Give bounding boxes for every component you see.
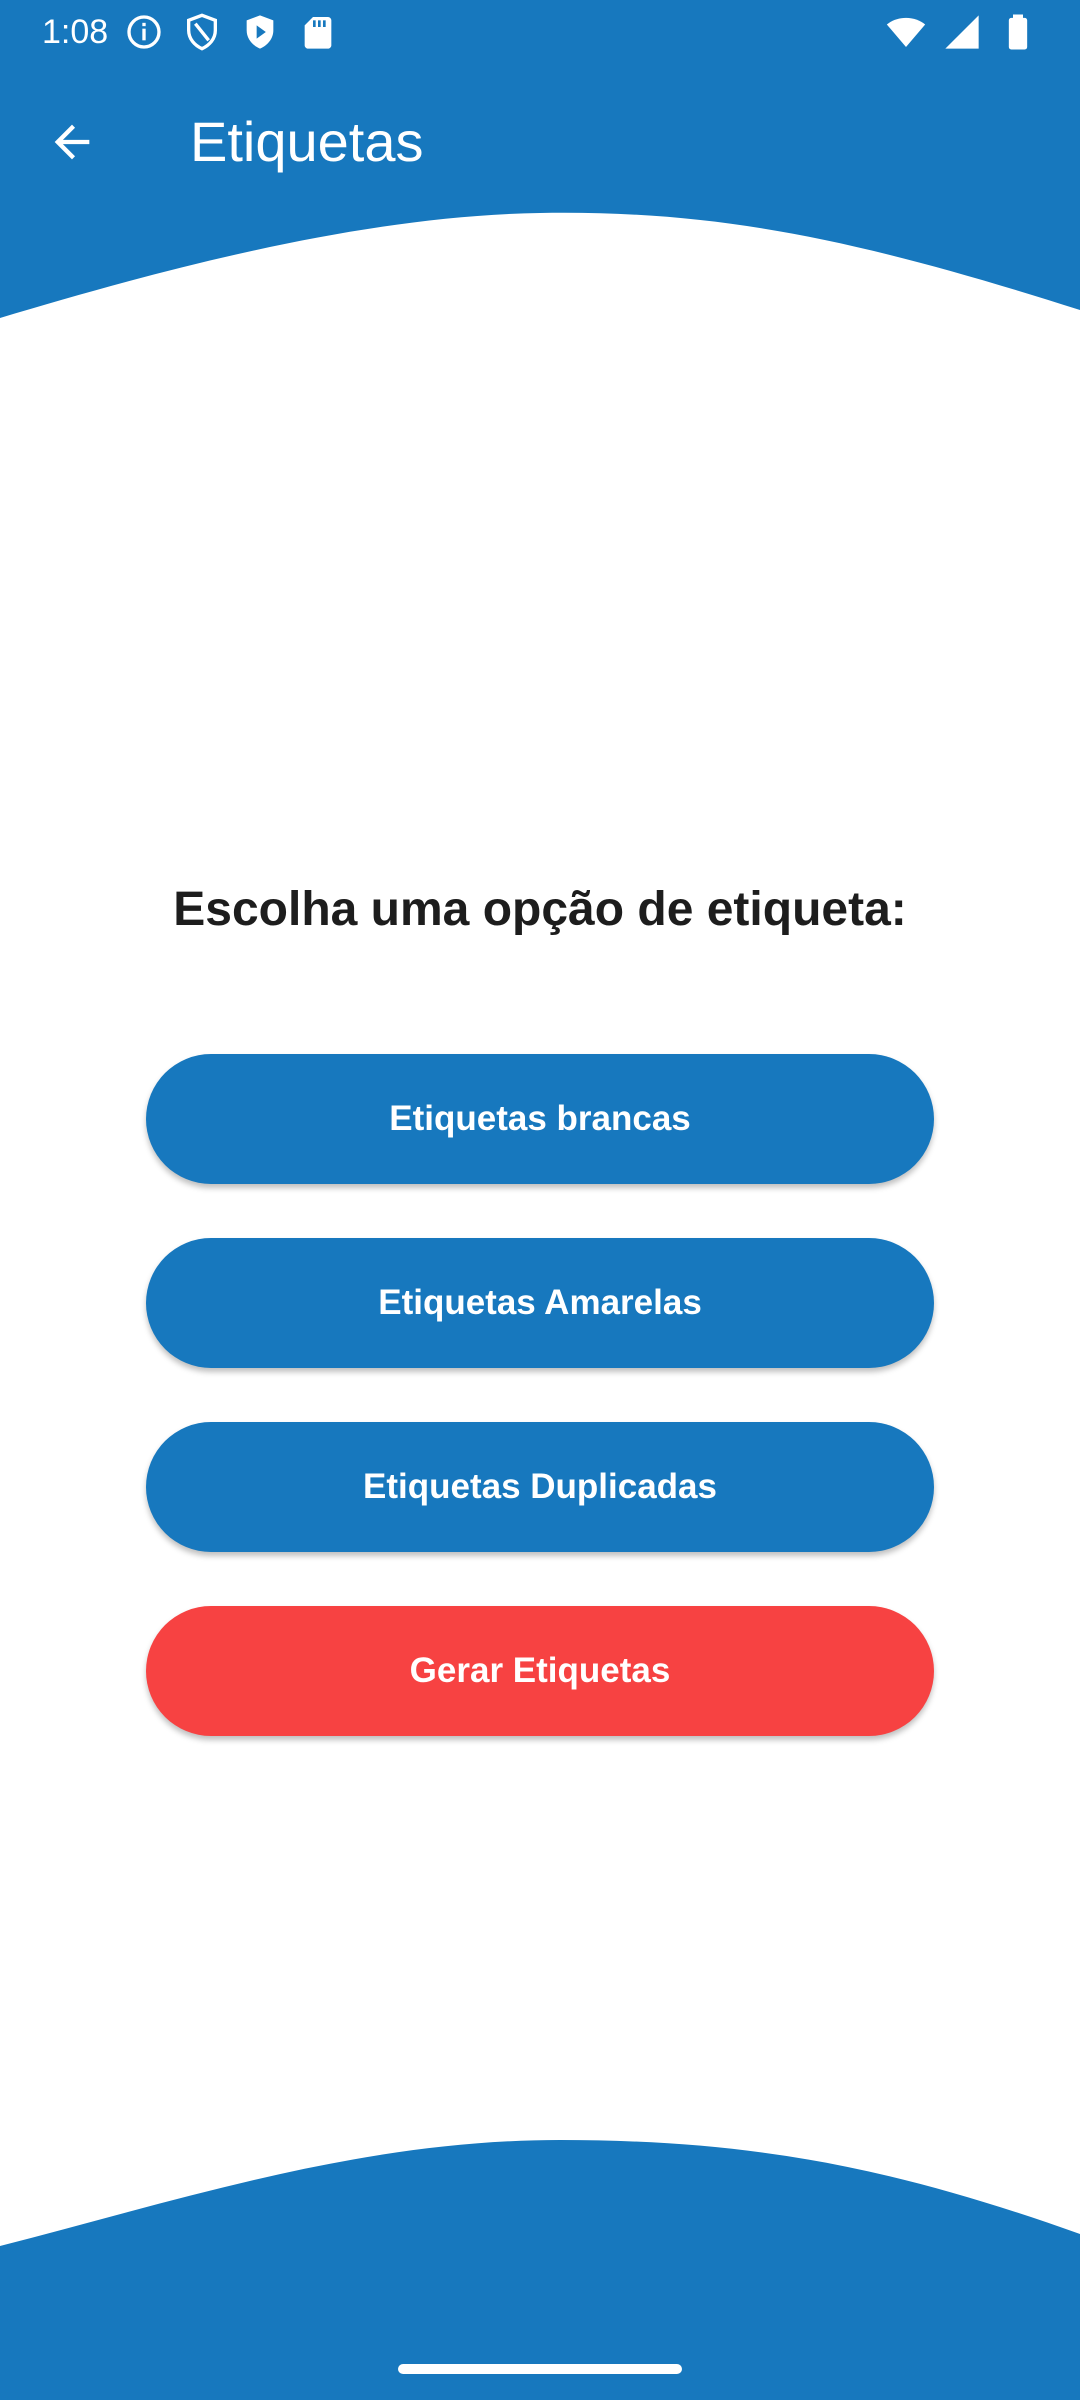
footer-wave-background [0, 2140, 1080, 2400]
status-time: 1:08 [42, 13, 109, 51]
yellow-labels-button[interactable]: Etiquetas Amarelas [146, 1238, 934, 1368]
signal-icon [945, 15, 979, 49]
battery-icon [1008, 14, 1028, 50]
gesture-nav-handle[interactable] [398, 2364, 682, 2374]
page-title: Etiquetas [190, 110, 424, 173]
options-heading: Escolha uma opção de etiqueta: [173, 883, 907, 936]
shield-outline-icon [187, 13, 217, 51]
play-shield-icon [246, 15, 274, 49]
status-icons-left [124, 12, 338, 52]
status-icons-right [886, 12, 1038, 52]
sd-card-icon [304, 17, 332, 49]
app-bar: Etiquetas [0, 64, 1080, 208]
generate-labels-button[interactable]: Gerar Etiquetas [146, 1606, 934, 1736]
status-bar: 1:08 [0, 0, 1080, 64]
wifi-icon [886, 17, 926, 47]
duplicate-labels-button[interactable]: Etiquetas Duplicadas [146, 1422, 934, 1552]
arrow-back-icon [54, 124, 90, 160]
white-labels-button[interactable]: Etiquetas brancas [146, 1054, 934, 1184]
screen: 1:08 Etiquetas Escolha uma opção de etiq… [0, 0, 1080, 2400]
back-button[interactable] [30, 100, 114, 184]
info-icon [127, 15, 161, 49]
